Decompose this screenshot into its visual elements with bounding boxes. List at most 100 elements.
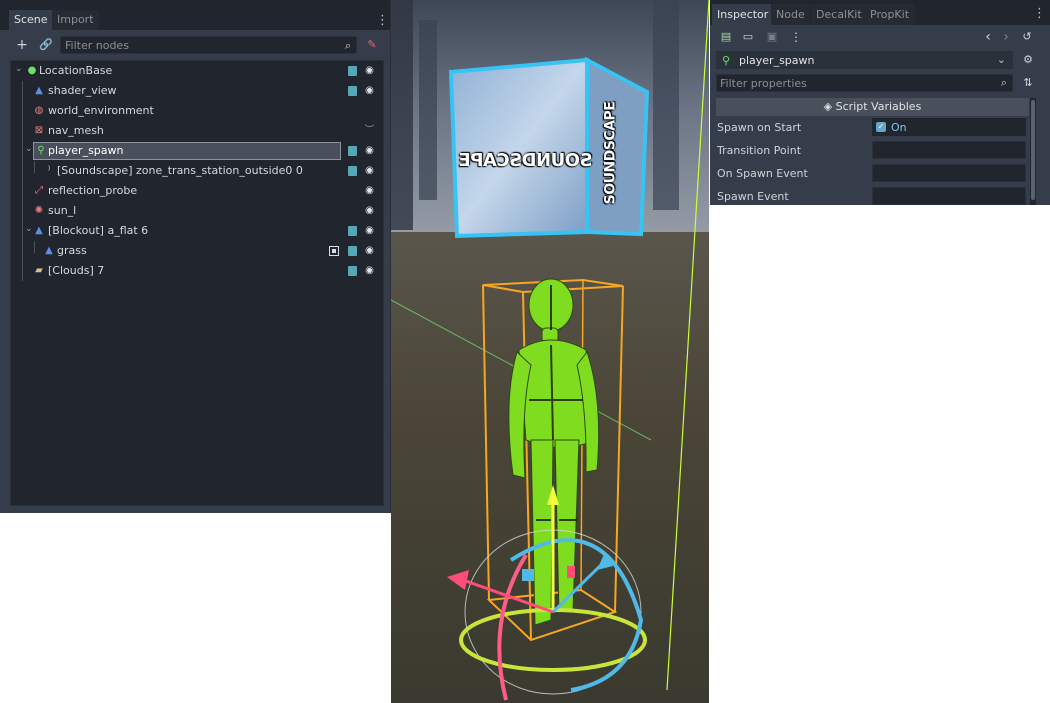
node-label: [Clouds] 7 [48,264,105,277]
tree-row-reflection-probe[interactable]: ⤢ reflection_probe ◉ [11,181,383,201]
filter-nodes-placeholder: Filter nodes [65,39,129,52]
filter-nodes-input[interactable]: Filter nodes ⌕ [60,36,357,54]
chevron-down-icon: ⌄ [996,53,1006,66]
inspector-menu-icon[interactable]: ⋮ [1033,7,1046,20]
script-icon[interactable] [348,166,357,176]
object-properties-icon[interactable]: ⚙ [1019,51,1037,69]
script-icon[interactable] [348,226,357,236]
tree-row-shader-view[interactable]: ▲ shader_view ◉ [11,81,383,101]
cube-front-face [448,57,589,239]
tree-row-soundscape[interactable]: ⁾ [Soundscape] zone_trans_station_outsid… [11,161,383,181]
instance-scene-icon[interactable]: 🔗 [37,36,55,54]
viewport-scene [391,0,709,703]
visibility-eye-icon[interactable]: ◉ [364,85,375,96]
transition-point-field[interactable] [872,141,1026,159]
history-icon[interactable]: ↺ [1018,28,1036,46]
spawn-event-field[interactable] [872,187,1026,205]
checkbox-label: On [891,121,907,134]
script-icon[interactable] [348,66,357,76]
gizmo-plane-handle[interactable] [522,569,534,581]
search-icon: ⌕ [1000,76,1007,89]
node-name: player_spawn [739,54,815,67]
mesh-icon: ▲ [45,245,53,256]
open-folder-icon[interactable]: ▭ [739,28,757,46]
mesh-icon: ▲ [35,85,43,96]
prop-label: On Spawn Event [717,167,808,180]
scene-dock: Scene Import ⋮ + 🔗 Filter nodes ⌕ ✎ ⌄ ● … [0,0,391,513]
save-icon[interactable]: ▣ [763,28,781,46]
filter-properties-input[interactable]: Filter properties ⌕ [716,74,1013,92]
building [391,0,413,230]
tree-row-world-environment[interactable]: ◍ world_environment [11,101,383,121]
tree-row-locationbase[interactable]: ⌄ ● LocationBase ◉ [11,61,383,81]
node-label: [Blockout] a_flat 6 [48,224,149,237]
history-back-icon[interactable]: ‹ [979,28,997,46]
script-icon[interactable] [348,86,357,96]
tab-decalkit[interactable]: DecalKit [811,4,867,25]
search-icon: ⌕ [344,39,351,52]
visibility-eye-icon[interactable]: ◉ [364,165,375,176]
tab-inspector[interactable]: Inspector [712,4,774,25]
tree-row-grass[interactable]: ▲ grass ◉ [11,241,383,261]
node-label: sun_l [48,204,77,217]
visibility-eye-icon[interactable]: ◉ [364,145,375,156]
node-label: [Soundscape] zone_trans_station_outside0… [57,164,303,177]
script-icon[interactable] [348,266,357,276]
visibility-eye-icon[interactable]: ◉ [364,185,375,196]
tab-import[interactable]: Import [52,10,99,30]
tree-row-blockout[interactable]: ⌄ ▲ [Blockout] a_flat 6 ◉ [11,221,383,241]
visibility-eye-icon[interactable]: ◉ [364,245,375,256]
tree-row-sun[interactable]: ✺ sun_l ◉ [11,201,383,221]
visibility-eye-icon[interactable]: ◉ [364,65,375,76]
collapse-arrow-icon[interactable]: ⌄ [25,144,33,154]
add-node-icon[interactable]: + [13,36,31,54]
spawn-on-start-checkbox[interactable]: ✓ [876,122,886,132]
collapse-arrow-icon[interactable]: ⌄ [25,224,33,234]
more-icon[interactable]: ⋮ [787,28,805,46]
new-resource-icon[interactable]: ▤ [717,28,735,46]
node-label: player_spawn [48,144,124,157]
green-dot-icon: ● [27,65,37,76]
spawn-figure-icon: ⚲ [722,54,731,67]
spawn-figure-icon: ⚲ [37,145,45,156]
tab-node[interactable]: Node [771,4,810,25]
scene-menu-icon[interactable]: ⋮ [376,14,389,27]
filter-properties-placeholder: Filter properties [720,77,807,90]
sun-icon: ✺ [34,205,44,216]
visibility-eye-icon[interactable]: ◉ [364,205,375,216]
prop-label: Transition Point [717,144,802,157]
visibility-eye-icon[interactable]: ◉ [364,265,375,276]
audio-icon: ⁾ [47,165,51,176]
tree-row-player-spawn[interactable]: ⌄ ⚲ player_spawn ◉ [11,141,383,161]
probe-icon: ⤢ [35,185,43,196]
gizmo-plane-handle[interactable] [567,566,575,578]
node-label: reflection_probe [48,184,138,197]
tab-scene[interactable]: Scene [9,10,53,30]
filter-options-icon[interactable]: ⇅ [1019,74,1037,92]
cube-icon: ◈ [823,100,836,113]
tab-propkit[interactable]: PropKit [865,4,915,25]
script-icon[interactable] [348,146,357,156]
script-icon[interactable] [348,246,357,256]
node-label: world_environment [48,104,154,117]
attach-script-icon[interactable]: ✎ [363,36,381,54]
hidden-eye-icon[interactable]: ︶ [364,125,375,136]
script-variables-section[interactable]: ◈ Script Variables [716,98,1029,116]
history-forward-icon[interactable]: › [997,28,1015,46]
scene-tabbar: Scene Import ⋮ [0,0,390,30]
node-path-selector[interactable]: ⚲ player_spawn ⌄ [716,51,1013,69]
cube-label-side: SOUNDSCAPE [602,101,619,205]
editable-children-icon[interactable] [329,246,339,256]
inspector-scrollbar[interactable] [1030,98,1036,205]
mesh-icon: ▲ [35,225,43,236]
tree-row-nav-mesh[interactable]: ⊠ nav_mesh ︶ [11,121,383,141]
visibility-eye-icon[interactable]: ◉ [364,225,375,236]
node-label: LocationBase [39,64,113,77]
clouds-icon: ▰ [35,265,43,276]
prop-label: Spawn on Start [717,121,802,134]
cube-label-front: SOUNDSCAPE [459,150,593,171]
3d-viewport[interactable]: SOUNDSCAPE SOUNDSCAPE [391,0,709,703]
tree-row-clouds[interactable]: ▰ [Clouds] 7 ◉ [11,261,383,281]
collapse-arrow-icon[interactable]: ⌄ [15,64,23,74]
on-spawn-event-field[interactable] [872,164,1026,182]
